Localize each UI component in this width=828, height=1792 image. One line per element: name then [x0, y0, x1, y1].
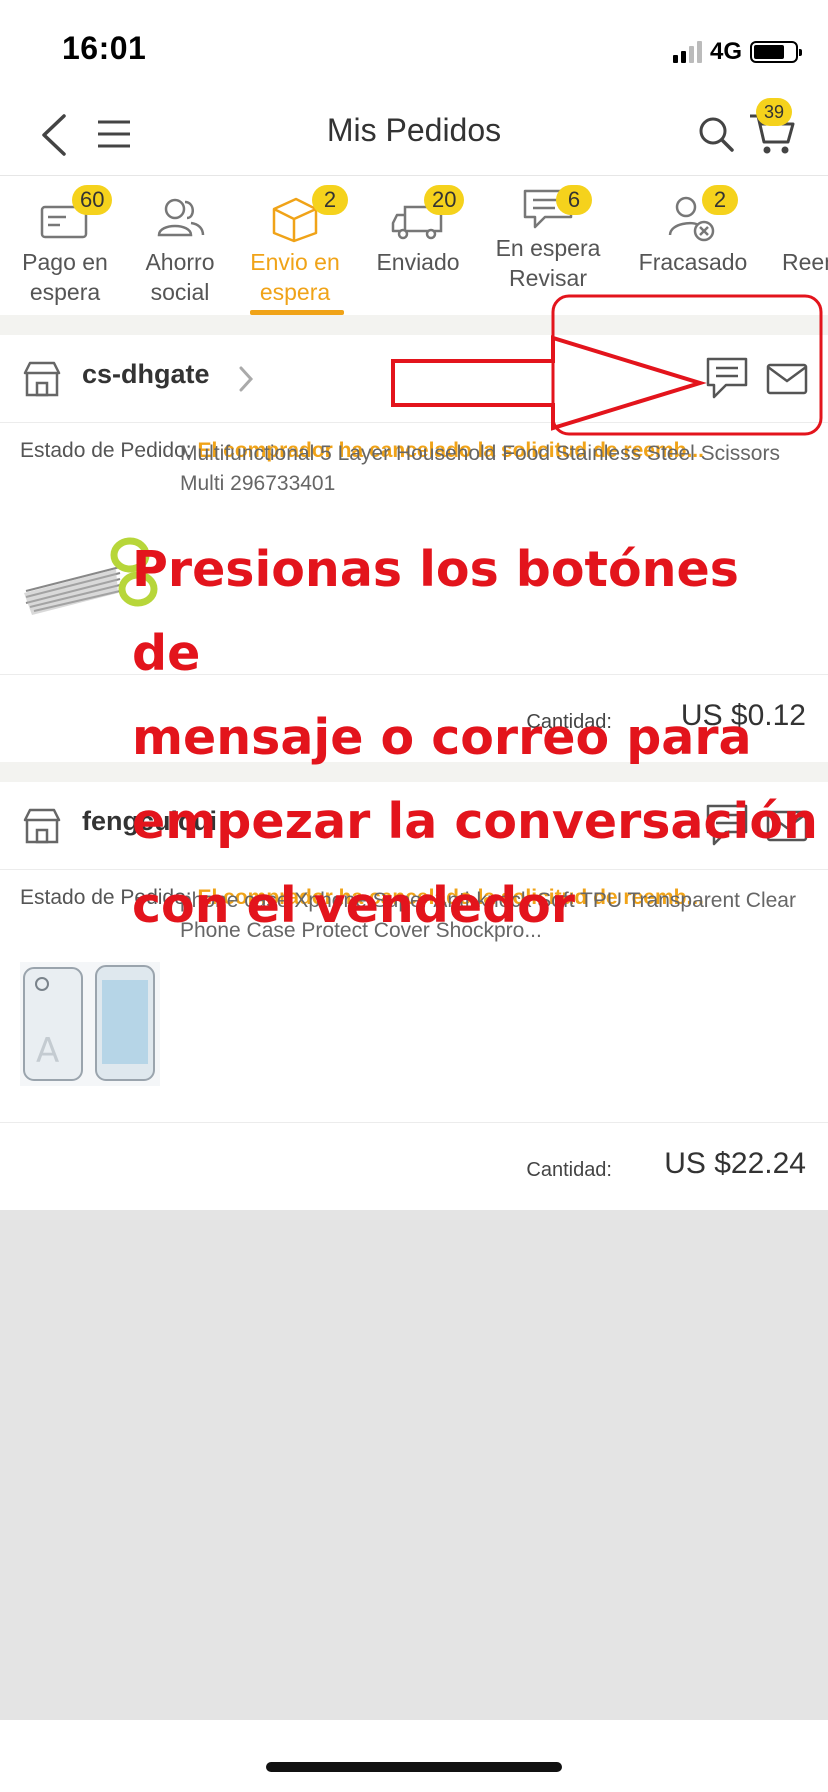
tab-label-line1: Envio en: [250, 249, 340, 275]
tab-en-espera-revisar[interactable]: 6 En espera Revisar: [476, 177, 620, 315]
tab-label-line2: espera: [29, 279, 101, 305]
tab-reembolso-disputa[interactable]: ReemDi: [770, 177, 828, 315]
quantity-label: Cantidad:: [526, 1159, 612, 1181]
network-label: 4G: [709, 38, 742, 65]
annotation-text: Presionas los botónes de mensaje o corre…: [132, 528, 822, 948]
tab-envio-en-espera[interactable]: 2 Envio en espera: [230, 177, 360, 315]
tab-label-line2: Revisar: [509, 265, 587, 291]
store-header[interactable]: cs-dhgate: [0, 335, 828, 423]
tab-label-line2: espera: [259, 279, 331, 305]
product-title[interactable]: Multifunctional 5 Layer Household Food S…: [180, 439, 810, 499]
group-people-icon: [157, 198, 205, 237]
store-name[interactable]: cs-dhgate: [82, 359, 210, 390]
cart-count-badge: 39: [756, 98, 792, 126]
order-total-row: Cantidad: US $22.24: [0, 1122, 828, 1210]
signal-icon: [672, 41, 702, 63]
tab-label-line1: Ahorro: [145, 249, 215, 275]
tab-pago-en-espera[interactable]: 60 Pago en espera: [0, 177, 130, 315]
status-bar: 16:01 4G: [0, 0, 828, 96]
tab-ahorro-social[interactable]: Ahorro social: [130, 177, 230, 315]
status-time: 16:01: [62, 30, 147, 66]
annotation-line: Presionas los botónes de: [132, 541, 739, 682]
tab-label-line1: Reem: [782, 249, 828, 275]
annotation-line: empezar la conversación: [132, 793, 818, 850]
svg-text:A: A: [36, 1031, 59, 1071]
tab-label-line2: Di: [782, 277, 828, 307]
product-image-phone-case[interactable]: A: [20, 962, 160, 1086]
tab-badge: 2: [702, 185, 738, 215]
status-indicators: 4G: [672, 38, 802, 66]
home-indicator[interactable]: [266, 1762, 562, 1772]
section-divider: [0, 315, 828, 335]
tab-enviado[interactable]: 20 Enviado: [360, 177, 476, 315]
battery-icon: [750, 41, 802, 63]
tab-badge: 2: [312, 185, 348, 215]
tab-label-line1: Pago en: [22, 249, 108, 275]
tab-label-line1: En espera: [495, 235, 601, 261]
annotation-line: mensaje o correo para: [132, 709, 752, 766]
tab-badge: 60: [72, 185, 113, 215]
search-icon[interactable]: [696, 114, 736, 154]
mail-icon[interactable]: [766, 363, 808, 395]
order-status-tabs: 60 Pago en espera Ahorro social 2 Envio en…: [0, 177, 828, 315]
order-price: US $22.24: [664, 1147, 806, 1180]
empty-background: [0, 1210, 828, 1720]
annotation-line: con el vendedor: [132, 877, 576, 934]
store-icon: [23, 808, 61, 844]
store-icon: [23, 361, 61, 397]
tab-badge: 20: [424, 185, 465, 215]
nav-bar: Mis Pedidos: [0, 96, 828, 176]
tab-badge: 6: [556, 185, 592, 215]
tab-label-line1: Enviado: [376, 249, 460, 275]
order-status-label: Estado de Pedido:: [20, 439, 192, 462]
chevron-right-icon: [239, 366, 254, 392]
tab-label-line1: Fracasado: [638, 249, 748, 275]
tab-fracasado[interactable]: 2 Fracasado: [620, 177, 766, 315]
tab-label-line2: social: [150, 279, 210, 305]
chat-message-icon[interactable]: [706, 357, 748, 401]
